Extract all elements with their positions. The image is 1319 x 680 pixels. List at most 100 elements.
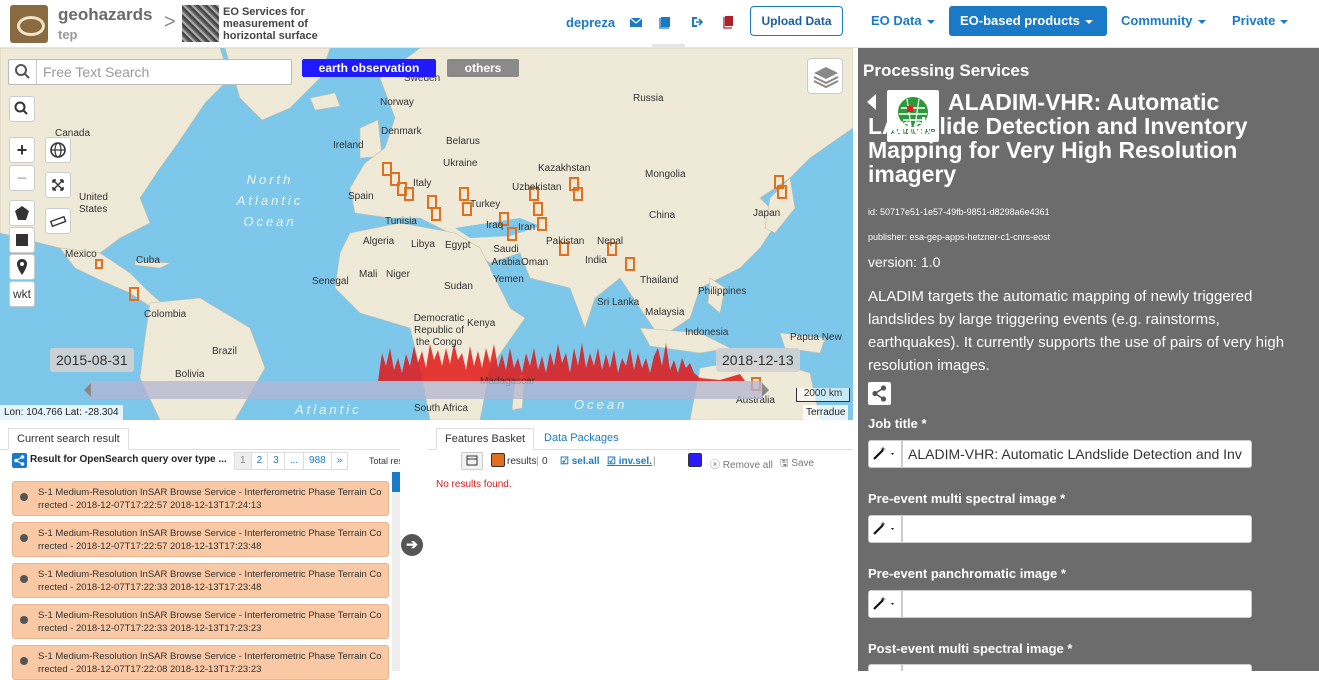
page-ellipsis[interactable]: ... <box>283 452 305 470</box>
chevron-down-icon <box>1197 19 1206 24</box>
save-label: Save <box>791 458 815 469</box>
selection-color-swatch[interactable] <box>688 453 702 467</box>
map-label: Mongolia <box>645 169 686 180</box>
pre-event-ms-label: Pre-event multi spectral image * <box>868 491 1066 506</box>
result-item-text: S-1 Medium-Resolution InSAR Browse Servi… <box>38 487 382 511</box>
select-all-link[interactable]: ☑ sel.all <box>560 456 600 467</box>
wkt-button[interactable]: wkt <box>9 281 35 307</box>
nav-private[interactable]: Private <box>1232 6 1289 36</box>
tab-features-basket[interactable]: Features Basket <box>436 428 535 450</box>
brand-name[interactable]: geohazards <box>58 5 152 25</box>
slider-left-handle[interactable] <box>84 383 91 397</box>
map-view[interactable]: Sweden Norway Russia Canada Denmark Irel… <box>0 48 853 420</box>
toolbar-divider: | <box>653 456 656 467</box>
wand-dropdown-button[interactable] <box>868 664 902 671</box>
red-book-icon[interactable] <box>721 15 735 29</box>
nav-eo-data[interactable]: EO Data <box>871 6 935 36</box>
pre-event-pan-input[interactable] <box>902 590 1252 618</box>
page-3[interactable]: 3 <box>267 452 285 470</box>
map-label: Turkey <box>470 199 501 210</box>
draw-box-button[interactable] <box>9 227 35 253</box>
breadcrumb-thumbnail[interactable] <box>182 5 219 42</box>
tab-current-search-result[interactable]: Current search result <box>8 428 129 450</box>
time-slider[interactable] <box>88 381 763 399</box>
wand-dropdown-button[interactable] <box>868 440 902 468</box>
pre-event-ms-input[interactable] <box>902 515 1252 543</box>
search-icon[interactable] <box>9 60 37 84</box>
nav-eo-based-products[interactable]: EO-based products <box>949 6 1107 36</box>
filter-others[interactable]: others <box>447 59 519 77</box>
result-item-text: S-1 Medium-Resolution InSAR Browse Servi… <box>38 610 382 634</box>
panel-heading: Processing Services <box>863 61 1030 80</box>
chevron-down-icon <box>1280 19 1289 24</box>
scrollbar-thumb[interactable] <box>392 472 400 492</box>
result-item[interactable]: S-1 Medium-Resolution InSAR Browse Servi… <box>12 563 389 598</box>
page-1[interactable]: 1 <box>234 452 252 470</box>
draw-point-button[interactable] <box>9 254 35 280</box>
ocean-label: North Atlantic Ocean <box>236 172 304 229</box>
map-label: Thailand <box>640 275 679 286</box>
results-scrollbar[interactable] <box>392 472 400 671</box>
fullscreen-button[interactable] <box>45 172 71 198</box>
map-label: Belarus <box>446 136 480 147</box>
share-icon[interactable] <box>868 382 891 405</box>
map-label: Papua New <box>790 332 842 343</box>
job-title-input[interactable]: ALADIM-VHR: Automatic LAndslide Detectio… <box>902 440 1252 468</box>
map-label: Nepal <box>597 236 624 247</box>
filter-earth-observation[interactable]: earth observation <box>302 59 436 77</box>
map-attribution[interactable]: Terradue <box>803 405 849 420</box>
page-last[interactable]: 988 <box>303 452 332 470</box>
result-item[interactable]: S-1 Medium-Resolution InSAR Browse Servi… <box>12 604 389 639</box>
upload-data-button[interactable]: Upload Data <box>750 6 843 36</box>
result-item[interactable]: S-1 Medium-Resolution InSAR Browse Servi… <box>12 522 389 557</box>
share-icon[interactable] <box>12 453 27 468</box>
wand-dropdown-button[interactable] <box>868 515 902 543</box>
map-label: Colombia <box>144 309 187 320</box>
save-button[interactable]: 🖫 Save <box>780 456 814 473</box>
map-label: Ukraine <box>443 158 478 169</box>
splitter[interactable] <box>853 48 858 671</box>
globe-icon <box>50 142 66 158</box>
scale-bar: 2000 km <box>796 388 850 402</box>
basket-color-swatch[interactable] <box>491 453 505 467</box>
map-label: China <box>649 210 676 221</box>
map-label: Indonesia <box>685 327 729 338</box>
zoom-out-button[interactable]: − <box>9 165 35 191</box>
globe-icon <box>20 657 28 665</box>
tab-data-packages[interactable]: Data Packages <box>536 428 627 450</box>
map-label: Mali <box>359 269 378 280</box>
book-icon[interactable] <box>658 15 672 29</box>
map-label: Senegal <box>312 276 349 287</box>
layers-button[interactable] <box>807 58 843 94</box>
map-search-button[interactable] <box>9 96 35 122</box>
result-item[interactable]: S-1 Medium-Resolution InSAR Browse Servi… <box>12 481 389 516</box>
nav-community[interactable]: Community <box>1121 6 1206 36</box>
breadcrumb-title[interactable]: EO Services for measurement of horizonta… <box>223 6 333 42</box>
move-to-basket-button[interactable]: ➔ <box>401 534 423 556</box>
envelope-icon[interactable] <box>629 15 643 29</box>
slider-right-handle[interactable] <box>762 383 769 397</box>
wand-dropdown-button[interactable] <box>868 590 902 618</box>
logout-icon[interactable] <box>690 15 704 29</box>
magic-wand-icon <box>873 596 894 610</box>
post-event-ms-input[interactable] <box>902 664 1252 671</box>
invert-selection-link[interactable]: ☑ inv.sel. <box>607 456 652 467</box>
user-name-link[interactable]: depreza <box>566 15 615 30</box>
search-input[interactable] <box>43 63 283 81</box>
map-label: Philippines <box>698 286 747 297</box>
result-item[interactable]: S-1 Medium-Resolution InSAR Browse Servi… <box>12 645 389 680</box>
basket-results-label: results <box>507 456 537 467</box>
ruler-button[interactable] <box>45 208 71 234</box>
map-label: Egypt <box>445 240 471 251</box>
features-basket-panel: Features Basket Data Packages results 0 … <box>428 420 853 671</box>
remove-all-button[interactable]: ⓧ Remove all <box>710 456 773 471</box>
page-2[interactable]: 2 <box>250 452 269 470</box>
geohazards-logo[interactable] <box>10 5 48 43</box>
calendar-button[interactable] <box>461 452 483 470</box>
zoom-in-button[interactable]: + <box>9 137 35 163</box>
basket-results-count: results 0 <box>507 456 548 467</box>
globe-button[interactable] <box>45 137 71 163</box>
draw-polygon-button[interactable] <box>9 200 35 226</box>
globe-icon <box>20 534 28 542</box>
page-next[interactable]: » <box>330 452 349 470</box>
